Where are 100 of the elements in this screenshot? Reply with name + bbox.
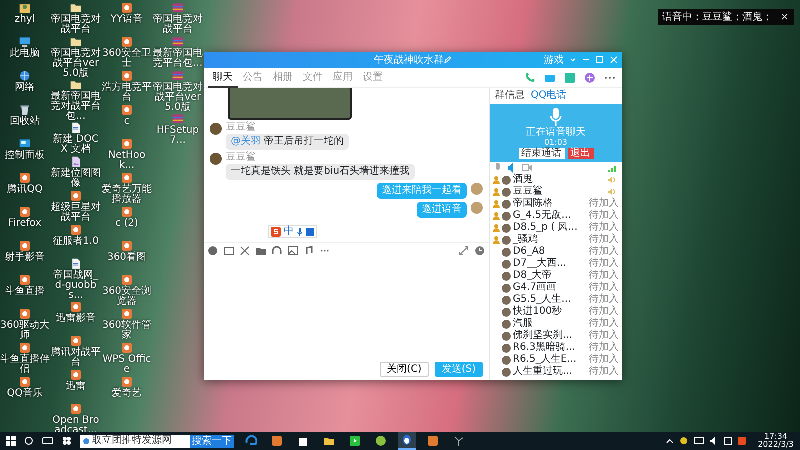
store-icon[interactable] — [297, 435, 309, 447]
app-icon[interactable] — [121, 70, 133, 82]
fan-icon[interactable] — [453, 435, 465, 447]
app-icon[interactable] — [121, 104, 133, 116]
app-icon[interactable] — [121, 172, 133, 184]
close-button[interactable]: × — [780, 10, 789, 24]
app-icon[interactable] — [121, 308, 133, 320]
folder-icon[interactable] — [323, 435, 335, 447]
avatar[interactable] — [210, 123, 222, 135]
member-name[interactable]: 人生重过玩... — [513, 367, 587, 377]
app-icon[interactable] — [19, 274, 31, 286]
tray-app-icon[interactable] — [680, 437, 688, 445]
user-folder-icon[interactable] — [19, 2, 31, 14]
app-icon[interactable] — [19, 376, 31, 388]
control-panel-icon[interactable] — [19, 138, 31, 150]
archive-icon[interactable] — [172, 70, 184, 82]
emoji-icon[interactable] — [208, 246, 218, 256]
music-icon[interactable] — [304, 246, 314, 256]
folder-icon[interactable] — [256, 246, 266, 256]
app-icon[interactable] — [121, 138, 133, 150]
archive-icon[interactable] — [172, 2, 184, 14]
app-icon[interactable] — [121, 36, 133, 48]
member-name[interactable]: D6_A8 — [513, 247, 587, 257]
photo-placeholder[interactable] — [228, 88, 352, 120]
apps-icon[interactable] — [62, 436, 72, 446]
app-icon[interactable] — [70, 403, 82, 415]
clock[interactable]: 17:34 2022/3/3 — [758, 433, 800, 449]
app-icon[interactable] — [121, 2, 133, 14]
app-icon[interactable] — [271, 435, 283, 447]
member-name[interactable]: _骚鸡 — [513, 235, 587, 245]
plus-icon[interactable] — [584, 72, 596, 84]
edit-icon[interactable] — [444, 56, 452, 64]
folder-icon[interactable] — [70, 79, 82, 91]
search-button[interactable]: 搜索一下 — [190, 434, 234, 448]
app-icon[interactable] — [121, 342, 133, 354]
member-name[interactable]: R6.5_人生E... — [513, 355, 587, 365]
app-icon[interactable] — [19, 172, 31, 184]
member-name[interactable]: R6.3黑暗骑... — [513, 343, 587, 353]
network-icon[interactable] — [19, 70, 31, 82]
member-name[interactable]: D8_大帝 — [513, 271, 587, 281]
member-name[interactable]: 快进100秒 — [513, 307, 587, 317]
recycle-bin-icon[interactable] — [19, 104, 31, 116]
app-icon[interactable] — [121, 240, 133, 252]
app-icon[interactable] — [19, 342, 31, 354]
active-app-tab[interactable] — [398, 432, 416, 450]
microphone-icon[interactable] — [297, 226, 303, 236]
folder-icon[interactable] — [70, 2, 82, 14]
document-icon[interactable] — [70, 258, 82, 270]
image-icon[interactable] — [288, 246, 298, 256]
speaker-icon[interactable] — [508, 163, 516, 173]
member-name[interactable]: 佛刹坚实刹... — [513, 331, 587, 341]
scissors-icon[interactable] — [240, 246, 250, 256]
chevron-icon[interactable] — [666, 437, 674, 445]
app-icon[interactable] — [121, 274, 133, 286]
folder-icon[interactable] — [70, 36, 82, 48]
start-icon[interactable] — [6, 436, 16, 446]
member-name[interactable]: D7__大西... — [513, 259, 587, 269]
tab[interactable]: 群信息 — [492, 90, 528, 102]
app-icon[interactable] — [427, 435, 439, 447]
computer-icon[interactable] — [19, 36, 31, 48]
member-name[interactable]: G5.5_人生... — [513, 295, 587, 305]
history-icon[interactable] — [475, 246, 485, 256]
task-view-icon[interactable] — [42, 436, 54, 446]
browser-icon[interactable] — [245, 435, 257, 447]
search-field[interactable]: 取立团推特发源网 — [80, 434, 190, 448]
app-icon[interactable] — [70, 224, 82, 236]
end-call-button[interactable]: 结束通话 — [518, 148, 564, 159]
image-file-icon[interactable] — [70, 156, 82, 168]
avatar[interactable] — [210, 153, 222, 165]
app-icon[interactable] — [19, 308, 31, 320]
member-name[interactable]: 帝国陈格 — [513, 199, 587, 209]
app-icon[interactable] — [19, 206, 31, 218]
app-icon[interactable] — [70, 369, 82, 381]
app-icon[interactable] — [70, 190, 82, 202]
app-icon[interactable] — [19, 240, 31, 252]
member-name[interactable]: 酒鬼 — [513, 175, 606, 185]
expand-icon[interactable] — [459, 246, 469, 256]
app-icon[interactable] — [70, 335, 82, 347]
app-icon[interactable] — [70, 301, 82, 313]
tab[interactable]: QQ电话 — [528, 90, 570, 102]
member-name[interactable]: G_4.5无敌... — [513, 211, 587, 221]
player-icon[interactable] — [349, 435, 361, 447]
ball-icon[interactable] — [375, 435, 387, 447]
headphones-icon[interactable] — [272, 246, 282, 256]
keyboard-icon[interactable] — [306, 228, 314, 236]
member-name[interactable]: D8.5_p ( 风... — [513, 223, 587, 233]
document-icon[interactable] — [70, 122, 82, 134]
ime-icon[interactable] — [738, 437, 746, 445]
screenshot-icon[interactable] — [224, 246, 234, 256]
close-button[interactable]: 关闭(C) — [380, 362, 429, 377]
search-icon[interactable] — [24, 436, 34, 446]
penguin-icon[interactable] — [401, 434, 413, 446]
member-name[interactable]: G4.7画画 — [513, 283, 587, 293]
archive-icon[interactable] — [172, 113, 184, 125]
archive-icon[interactable] — [172, 36, 184, 48]
app-icon[interactable] — [121, 206, 133, 218]
notification-icon[interactable] — [724, 437, 732, 445]
quit-button[interactable]: 退出 — [568, 148, 594, 159]
member-name[interactable]: 汽服 — [513, 319, 587, 329]
member-name[interactable]: 豆豆鲨 — [513, 187, 606, 197]
